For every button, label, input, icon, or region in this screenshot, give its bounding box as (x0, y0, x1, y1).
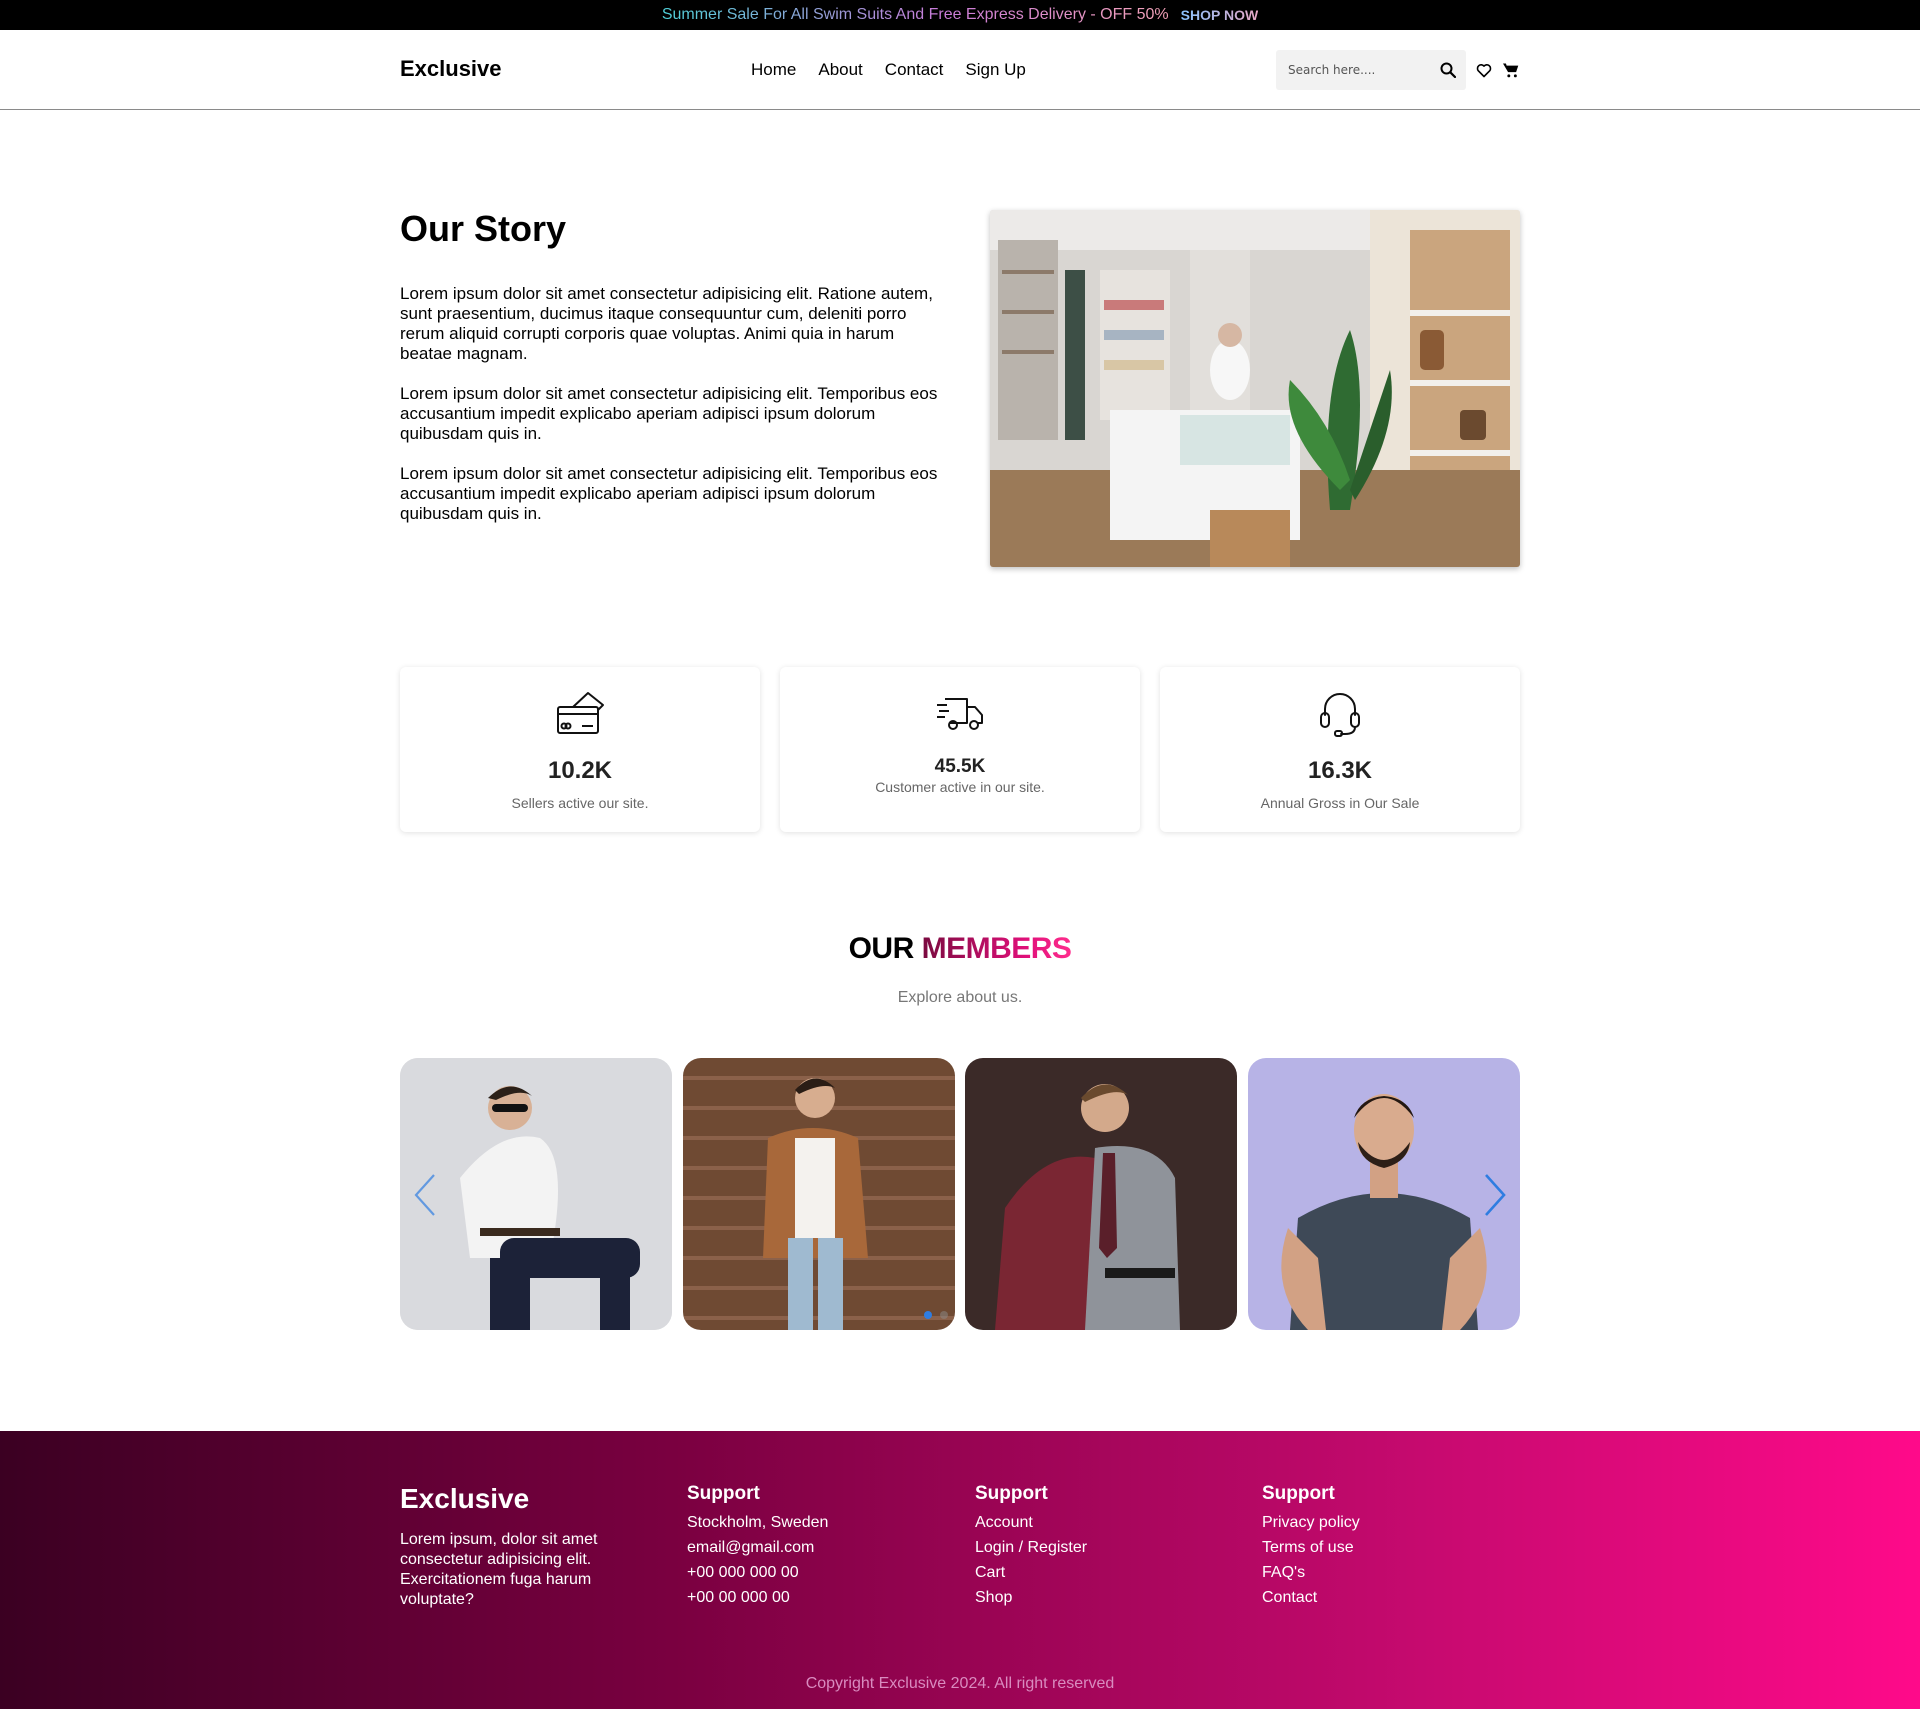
members-subtitle: Explore about us. (897, 989, 1023, 1006)
promo-bar: Summer Sale For All Swim Suits And Free … (0, 0, 1920, 30)
stat-card-customers: 45.5K Customer active in our site. (780, 667, 1140, 832)
footer-column-title: Support (975, 1483, 1048, 1504)
footer-logo[interactable]: Exclusive (400, 1483, 529, 1515)
footer-column-account: Support Account Login / Register Cart Sh… (975, 1483, 1087, 1610)
footer-phone: +00 000 000 00 (687, 1564, 799, 1581)
delivery-truck-icon (935, 687, 985, 737)
cart-icon[interactable] (1501, 60, 1521, 80)
stat-value: 45.5K (934, 756, 986, 777)
nav-sign-up[interactable]: Sign Up (965, 60, 1025, 80)
site-logo[interactable]: Exclusive (400, 56, 502, 82)
headset-icon (1315, 687, 1365, 737)
stat-label: Sellers active our site. (511, 795, 649, 811)
stat-card-gross: 16.3K Annual Gross in Our Sale (1160, 667, 1520, 832)
stat-value: 16.3K (1307, 757, 1373, 784)
footer-link-privacy-policy[interactable]: Privacy policy (1262, 1510, 1360, 1535)
footer-link-login-register[interactable]: Login / Register (975, 1535, 1087, 1560)
footer-link-account[interactable]: Account (975, 1510, 1087, 1535)
footer-link-contact[interactable]: Contact (1262, 1585, 1360, 1610)
stat-label: Customer active in our site. (875, 779, 1045, 795)
member-photo (683, 1058, 955, 1330)
search-box (1276, 50, 1466, 90)
site-footer: Exclusive Lorem ipsum, dolor sit amet co… (0, 1431, 1920, 1709)
shop-now-link[interactable]: SHOP NOW (1181, 7, 1259, 23)
stat-value: 10.2K (547, 757, 613, 784)
members-title-accent: MEMBERS (921, 932, 1072, 965)
story-paragraph: Lorem ipsum dolor sit amet consectetur a… (400, 384, 938, 443)
footer-link-cart[interactable]: Cart (975, 1560, 1087, 1585)
member-photo (965, 1058, 1237, 1330)
footer-link-faqs[interactable]: FAQ's (1262, 1560, 1360, 1585)
footer-link-shop[interactable]: Shop (975, 1585, 1087, 1610)
members-title-plain: OUR (848, 932, 915, 965)
carousel-dot-active[interactable] (924, 1311, 932, 1319)
search-icon[interactable] (1438, 60, 1458, 80)
site-header: Exclusive Home About Contact Sign Up (0, 30, 1920, 110)
footer-column-quick-links: Support Privacy policy Terms of use FAQ'… (1262, 1483, 1360, 1610)
search-input[interactable] (1288, 63, 1438, 77)
main-nav: Home About Contact Sign Up (751, 60, 1026, 80)
carousel-dot[interactable] (940, 1311, 948, 1319)
store-interior-image (990, 210, 1520, 567)
promo-text: Summer Sale For All Swim Suits And Free … (661, 6, 1169, 23)
nav-home[interactable]: Home (751, 60, 796, 80)
story-paragraph: Lorem ipsum dolor sit amet consectetur a… (400, 464, 938, 523)
carousel-prev-arrow-icon[interactable] (410, 1170, 440, 1220)
members-title: OUR MEMBERS (0, 932, 1920, 966)
story-title: Our Story (400, 208, 567, 249)
story-text: Lorem ipsum dolor sit amet consectetur a… (400, 284, 945, 544)
nav-contact[interactable]: Contact (885, 60, 944, 80)
credit-card-icon (555, 687, 605, 737)
footer-column-title: Support (1262, 1483, 1335, 1504)
footer-column-contact: Support Stockholm, Sweden email@gmail.co… (687, 1483, 828, 1610)
footer-description: Lorem ipsum, dolor sit amet consectetur … (400, 1531, 598, 1608)
heart-icon[interactable] (1474, 60, 1494, 80)
stat-card-sellers: 10.2K Sellers active our site. (400, 667, 760, 832)
footer-email: email@gmail.com (687, 1539, 815, 1556)
footer-column-title: Support (687, 1483, 760, 1504)
footer-link-terms-of-use[interactable]: Terms of use (1262, 1535, 1360, 1560)
copyright-text: Copyright Exclusive 2024. All right rese… (805, 1675, 1115, 1692)
stat-label: Annual Gross in Our Sale (1260, 795, 1420, 811)
nav-about[interactable]: About (818, 60, 862, 80)
story-paragraph: Lorem ipsum dolor sit amet consectetur a… (400, 284, 933, 363)
carousel-next-arrow-icon[interactable] (1480, 1170, 1510, 1220)
member-photo (400, 1058, 672, 1330)
footer-address: Stockholm, Sweden (687, 1514, 829, 1531)
footer-phone: +00 00 000 00 (687, 1589, 790, 1606)
